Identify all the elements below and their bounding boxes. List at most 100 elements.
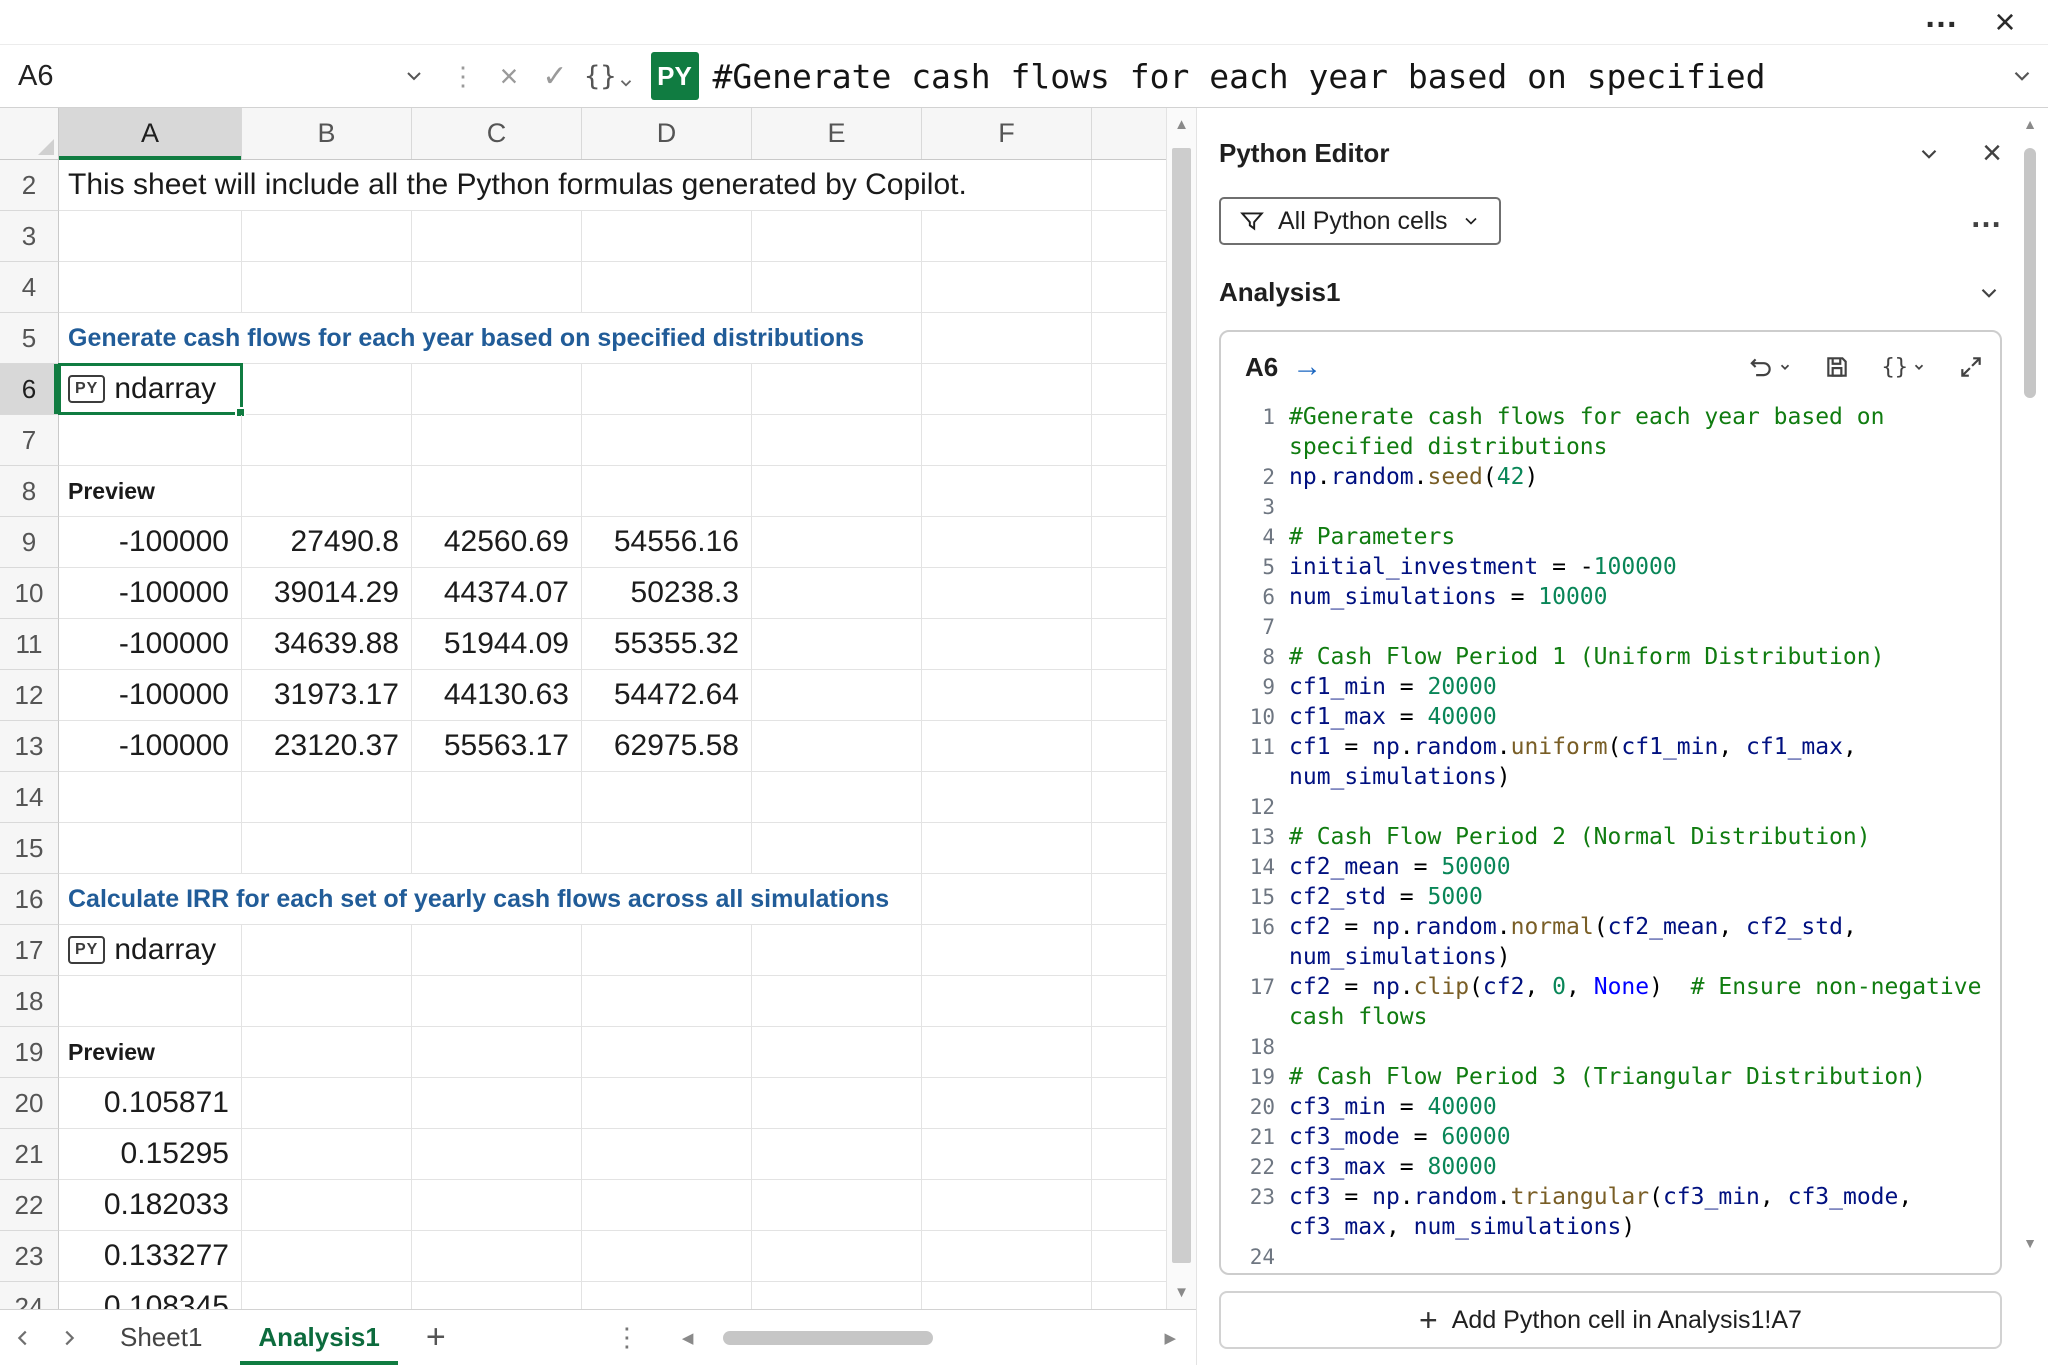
- cell[interactable]: [582, 1129, 752, 1180]
- cell[interactable]: [752, 619, 922, 670]
- row-header-6[interactable]: 6: [0, 364, 59, 415]
- cell[interactable]: [1092, 160, 1166, 211]
- cell[interactable]: 0.15295: [59, 1129, 242, 1180]
- code-line[interactable]: 13# Cash Flow Period 2 (Normal Distribut…: [1233, 822, 1994, 852]
- sheet-tab-sheet1[interactable]: Sheet1: [92, 1310, 230, 1365]
- cell[interactable]: [1092, 415, 1166, 466]
- cell[interactable]: [1092, 313, 1166, 364]
- cell[interactable]: [412, 772, 582, 823]
- row-header-2[interactable]: 2: [0, 160, 59, 211]
- scroll-down-icon[interactable]: ▼: [1167, 1284, 1196, 1301]
- horizontal-scrollbar[interactable]: ◀ ▶: [676, 1310, 1182, 1365]
- scroll-left-icon[interactable]: ◀: [676, 1329, 700, 1347]
- code-line[interactable]: 15cf2_std = 5000: [1233, 882, 1994, 912]
- cell[interactable]: [1092, 1180, 1166, 1231]
- cell[interactable]: [582, 415, 752, 466]
- cell[interactable]: 54556.16: [582, 517, 752, 568]
- cell[interactable]: [1092, 823, 1166, 874]
- cell[interactable]: [242, 466, 412, 517]
- cell[interactable]: [752, 211, 922, 262]
- cell[interactable]: 31973.17: [242, 670, 412, 721]
- goto-cell-arrow-icon[interactable]: →: [1292, 350, 1322, 384]
- code-line[interactable]: 16cf2 = np.random.normal(cf2_mean, cf2_s…: [1233, 912, 1994, 972]
- cell[interactable]: [242, 211, 412, 262]
- cell[interactable]: [1092, 874, 1166, 925]
- cell[interactable]: [242, 1231, 412, 1282]
- cell[interactable]: [1092, 262, 1166, 313]
- cell[interactable]: [242, 364, 412, 415]
- code-line[interactable]: 24: [1233, 1242, 1994, 1265]
- cell[interactable]: -100000: [59, 721, 242, 772]
- cell[interactable]: 42560.69: [412, 517, 582, 568]
- cell[interactable]: [752, 772, 922, 823]
- cell[interactable]: [59, 211, 242, 262]
- cell[interactable]: [242, 925, 412, 976]
- sheet-nav-next-button[interactable]: [46, 1310, 92, 1365]
- vertical-scrollbar-thumb[interactable]: [1172, 148, 1191, 1263]
- column-header-F[interactable]: F: [922, 108, 1092, 159]
- column-header-D[interactable]: D: [582, 108, 752, 159]
- code-line[interactable]: 4# Parameters: [1233, 522, 1994, 552]
- window-more-button[interactable]: …: [1914, 3, 1968, 41]
- add-python-cell-button[interactable]: + Add Python cell in Analysis1!A7: [1219, 1291, 2002, 1349]
- code-line[interactable]: 7: [1233, 612, 1994, 642]
- cell[interactable]: 44130.63: [412, 670, 582, 721]
- cell[interactable]: 50238.3: [582, 568, 752, 619]
- horizontal-scrollbar-track[interactable]: [699, 1330, 1158, 1346]
- code-line[interactable]: 1#Generate cash flows for each year base…: [1233, 402, 1994, 462]
- cell[interactable]: [1092, 1282, 1166, 1309]
- cell[interactable]: [922, 721, 1092, 772]
- column-header-C[interactable]: C: [412, 108, 582, 159]
- cell[interactable]: 51944.09: [412, 619, 582, 670]
- panel-scroll-down-icon[interactable]: ▼: [2018, 1235, 2042, 1251]
- section-collapse-chevron-icon[interactable]: [1976, 280, 2002, 306]
- cell[interactable]: [922, 1129, 1092, 1180]
- cell[interactable]: [1092, 466, 1166, 517]
- confirm-entry-button[interactable]: ✓: [532, 53, 578, 99]
- row-header-17[interactable]: 17: [0, 925, 59, 976]
- python-cells-filter-dropdown[interactable]: All Python cells: [1219, 197, 1501, 245]
- formula-input[interactable]: #Generate cash flows for each year based…: [699, 57, 1996, 96]
- cell[interactable]: [242, 772, 412, 823]
- cell[interactable]: [752, 1078, 922, 1129]
- code-line[interactable]: 12: [1233, 792, 1994, 822]
- code-line[interactable]: 20cf3_min = 40000: [1233, 1092, 1994, 1122]
- cell[interactable]: -100000: [59, 619, 242, 670]
- cell[interactable]: [1092, 925, 1166, 976]
- expand-editor-button[interactable]: [1958, 354, 1984, 380]
- cell[interactable]: [752, 1129, 922, 1180]
- cell[interactable]: [752, 466, 922, 517]
- cell[interactable]: [59, 772, 242, 823]
- row-header-23[interactable]: 23: [0, 1231, 59, 1282]
- cell[interactable]: 55355.32: [582, 619, 752, 670]
- cell[interactable]: [582, 466, 752, 517]
- cell[interactable]: [412, 211, 582, 262]
- row-header-22[interactable]: 22: [0, 1180, 59, 1231]
- cell[interactable]: 0.182033: [59, 1180, 242, 1231]
- row-header-19[interactable]: 19: [0, 1027, 59, 1078]
- save-button[interactable]: [1824, 354, 1850, 380]
- row-header-12[interactable]: 12: [0, 670, 59, 721]
- code-line[interactable]: 23cf3 = np.random.triangular(cf3_min, cf…: [1233, 1182, 1994, 1242]
- row-header-8[interactable]: 8: [0, 466, 59, 517]
- formula-bar-expand-button[interactable]: [1996, 63, 2048, 89]
- cell[interactable]: [1092, 364, 1166, 415]
- panel-scrollbar-thumb[interactable]: [2024, 148, 2036, 398]
- cell[interactable]: [1092, 976, 1166, 1027]
- scroll-right-icon[interactable]: ▶: [1158, 1329, 1182, 1347]
- cell[interactable]: [1092, 568, 1166, 619]
- cell[interactable]: [922, 313, 1092, 364]
- cell[interactable]: [752, 925, 922, 976]
- sheet-tab-analysis1[interactable]: Analysis1: [230, 1310, 407, 1365]
- cell[interactable]: [752, 1231, 922, 1282]
- code-line[interactable]: 6num_simulations = 10000: [1233, 582, 1994, 612]
- cell[interactable]: [922, 1027, 1092, 1078]
- formula-bar-grip-icon[interactable]: ⋮: [440, 61, 486, 92]
- cell[interactable]: [752, 568, 922, 619]
- cell[interactable]: [922, 415, 1092, 466]
- cell[interactable]: [582, 1078, 752, 1129]
- cell[interactable]: [412, 1027, 582, 1078]
- code-line[interactable]: 21cf3_mode = 60000: [1233, 1122, 1994, 1152]
- sheet-section-header[interactable]: Analysis1: [1219, 277, 2002, 308]
- cell[interactable]: [242, 976, 412, 1027]
